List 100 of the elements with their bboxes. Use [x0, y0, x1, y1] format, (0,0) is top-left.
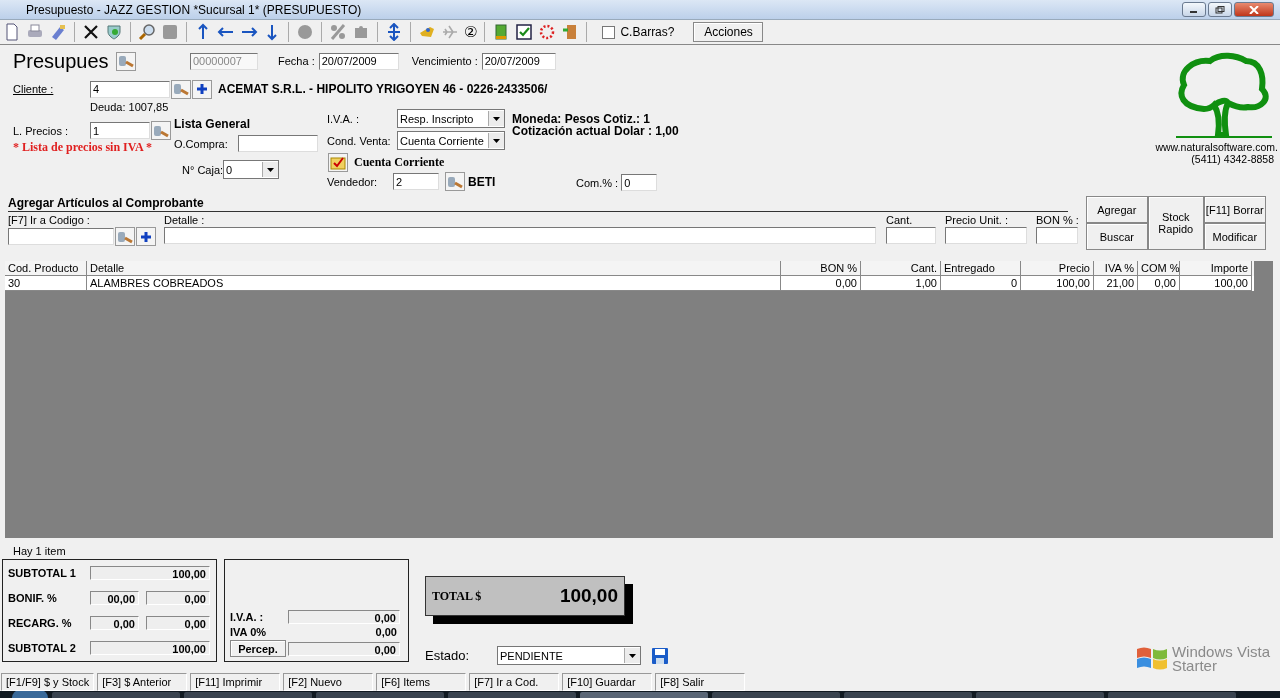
due-date-field[interactable]: 20/07/2009 [481, 52, 556, 70]
brush-icon[interactable] [49, 23, 67, 41]
dropdown-arrow-icon [493, 138, 500, 143]
percent-icon[interactable] [329, 23, 347, 41]
discount-label: BONIF. % [8, 592, 58, 605]
table-cell: 30 [5, 276, 87, 291]
os-edition-text: Starter [1171, 659, 1218, 673]
new-document-icon[interactable] [3, 23, 21, 41]
iva-label: I.V.A. : [230, 611, 265, 623]
exchange-rate-text: Cotización actual Dolar : 1,00 [512, 125, 679, 137]
iva-field: 0,00 [288, 610, 400, 624]
save-icon[interactable] [651, 646, 669, 665]
shield-icon[interactable] [105, 23, 123, 41]
detail-label: Detalle : [164, 214, 206, 226]
commission-field[interactable]: 0 [621, 174, 658, 191]
lookup-button[interactable] [445, 172, 465, 191]
cash-box-label: N° Caja: [182, 163, 224, 176]
lookup-button[interactable] [115, 227, 135, 246]
checkbox-label: C.Barras? [620, 25, 675, 39]
subtotal-label: SUBTOTAL 2 [8, 641, 77, 654]
checklist-button[interactable] [328, 153, 348, 172]
iva-select[interactable]: Resp. Inscripto [397, 109, 505, 128]
item-count: Hay 1 item [13, 545, 67, 557]
quick-stock-button[interactable]: Stock Rapido [1147, 196, 1204, 250]
table-cell: 100,00 [1021, 276, 1094, 291]
circled-number-icon[interactable]: ② [464, 23, 478, 41]
currency-text: Moneda: Pesos Cotiz.: 1 [512, 113, 652, 125]
date-label: Fecha : [278, 55, 315, 67]
purchase-order-field[interactable] [238, 135, 318, 152]
sale-condition-label: Cond. Venta: [327, 134, 392, 147]
table-cell: 100,00 [1180, 276, 1252, 291]
client-field[interactable]: 4 [90, 80, 170, 98]
shortcut-hint[interactable]: [F11] Imprimir [190, 673, 281, 691]
actions-button[interactable]: Acciones [693, 22, 764, 42]
search-icon[interactable] [138, 23, 156, 41]
shortcut-hint[interactable]: [F6] Items [376, 673, 467, 691]
detail-field[interactable] [164, 227, 876, 244]
os-edition-text: Windows Vista [1171, 645, 1270, 659]
delete-button[interactable]: [F11] Borrar [1203, 196, 1266, 223]
subtotal-field: 100,00 [90, 566, 210, 581]
checkbox[interactable] [602, 25, 616, 39]
add-button[interactable] [136, 227, 156, 246]
code-field[interactable] [8, 228, 114, 245]
lookup-button[interactable] [116, 51, 136, 71]
purchase-order-label: O.Compra: [174, 137, 229, 150]
seller-field[interactable]: 2 [393, 173, 439, 190]
minimize-button[interactable] [1182, 2, 1206, 17]
dotted-ring-icon[interactable] [538, 23, 557, 41]
document-number-field[interactable]: 00000007 [190, 52, 258, 70]
iva-zero-value: 0,00 [374, 626, 398, 638]
unit-price-field[interactable] [945, 227, 1027, 244]
total-label: TOTAL $ [432, 588, 482, 604]
status-label: Estado: [425, 648, 471, 663]
surcharge-label: RECARG. % [8, 616, 73, 629]
close-button[interactable] [1234, 2, 1274, 17]
expand-arrows-icon[interactable] [385, 23, 403, 41]
shortcut-hint[interactable]: [F1/F9] $ y Stock [1, 673, 95, 691]
perception-button[interactable]: Percep. [230, 640, 286, 657]
code-label: [F7] Ir a Codigo : [8, 214, 91, 226]
sale-condition-select[interactable]: Cuenta Corriente [397, 131, 505, 150]
subtotal-label: SUBTOTAL 1 [8, 567, 77, 580]
discount-percent-field[interactable]: 00,00 [90, 591, 139, 606]
price-list-field[interactable]: 1 [90, 122, 150, 139]
shortcut-hint[interactable]: [F7] Ir a Cod. [469, 673, 560, 691]
circle-icon[interactable] [296, 23, 314, 41]
status-select[interactable]: PENDIENTE [497, 646, 641, 665]
perception-field: 0,00 [288, 641, 400, 656]
lookup-button[interactable] [151, 121, 171, 140]
dropdown-arrow-icon [493, 116, 500, 121]
restore-icon [1215, 5, 1225, 14]
iva-label: I.V.A. : [327, 112, 360, 125]
shortcut-hint[interactable]: [F2] Nuevo [283, 673, 374, 691]
close-icon[interactable] [82, 23, 100, 41]
discount-field[interactable] [1036, 227, 1078, 244]
square-icon[interactable] [161, 23, 179, 41]
discount-label: BON % : [1036, 214, 1079, 226]
tree-logo-icon [1174, 51, 1274, 139]
checkbox-icon[interactable] [515, 23, 534, 41]
table-cell: 21,00 [1094, 276, 1138, 291]
shortcut-hint[interactable]: [F3] $ Anterior [97, 673, 188, 691]
search-button[interactable]: Buscar [1085, 223, 1148, 250]
modify-button[interactable]: Modificar [1203, 223, 1266, 250]
plane-icon[interactable] [441, 23, 459, 41]
add-item-button[interactable]: Agregar [1085, 196, 1148, 223]
start-button[interactable] [12, 691, 48, 698]
date-field[interactable]: 20/07/2009 [318, 52, 399, 70]
add-button[interactable] [192, 79, 212, 99]
unit-price-label: Precio Unit. : [945, 214, 1009, 226]
surcharge-percent-field[interactable]: 0,00 [90, 615, 139, 630]
plus-icon [196, 83, 208, 95]
table-cell: 0 [941, 276, 1021, 291]
shortcut-hint[interactable]: [F10] Guardar [562, 673, 653, 691]
quantity-field[interactable] [886, 227, 936, 244]
table-cell: 0,00 [781, 276, 861, 291]
window-title: Presupuesto - JAZZ GESTION *Sucursal 1* (PRESUPUESTO) [26, 2, 362, 17]
restore-button[interactable] [1208, 2, 1232, 17]
shortcut-hint[interactable]: [F8] Salir [655, 673, 746, 691]
cash-box-select[interactable]: 0 [223, 160, 280, 179]
plus-icon [140, 230, 152, 243]
lookup-button[interactable] [171, 79, 191, 99]
